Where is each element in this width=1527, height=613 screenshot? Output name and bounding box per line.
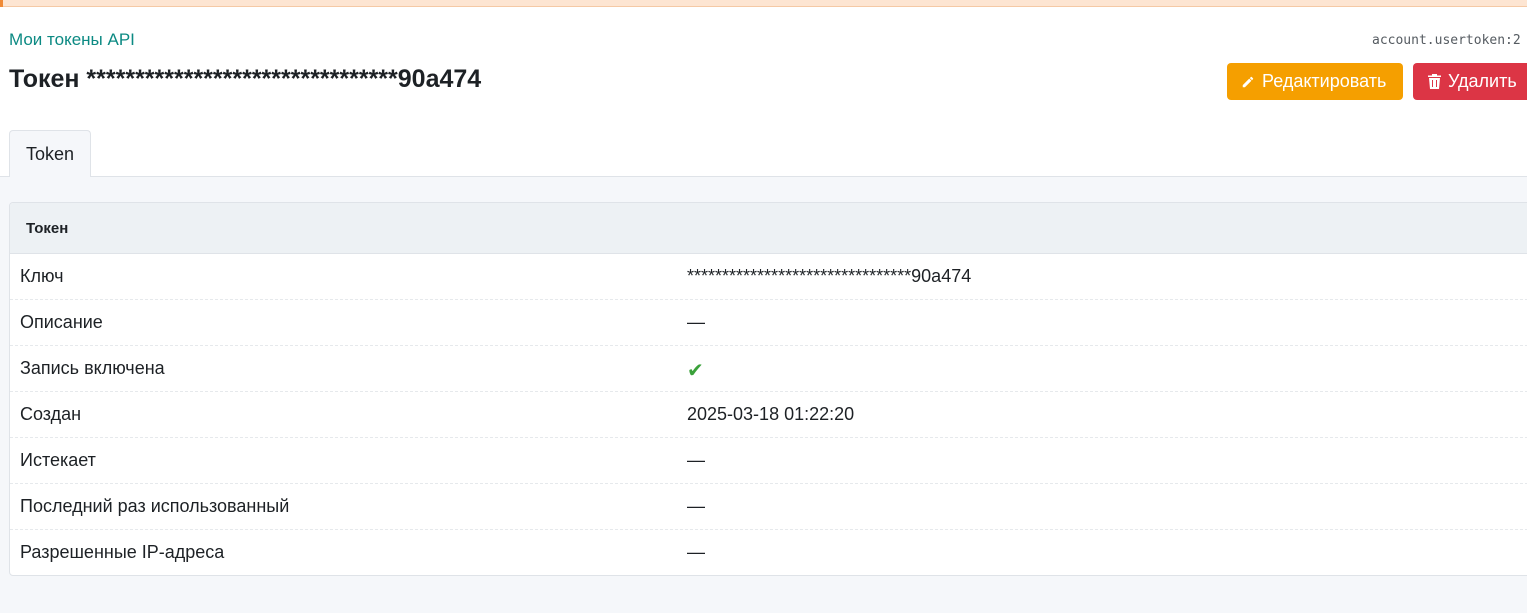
edit-button-label: Редактировать: [1262, 71, 1387, 91]
card-title: Токен: [10, 203, 1527, 254]
row-label: Описание: [20, 312, 103, 332]
row-value: —: [687, 450, 705, 470]
row-label: Последний раз использованный: [20, 496, 290, 516]
row-label: Ключ: [20, 266, 64, 286]
row-label: Создан: [20, 404, 82, 424]
page-header: Мои токены API account.usertoken:2 Токен…: [0, 7, 1527, 177]
row-value: —: [687, 542, 705, 562]
detail-row-enabled: Запись включена ✔: [10, 346, 1527, 392]
row-label: Разрешенные IP-адреса: [20, 542, 225, 562]
check-icon: ✔: [687, 360, 704, 382]
detail-row-expires: Истекает —: [10, 438, 1527, 484]
token-details-card: Токен Ключ *****************************…: [9, 202, 1527, 576]
pencil-icon: [1239, 73, 1257, 91]
page-title: Токен ********************************90…: [9, 65, 482, 93]
tab-token[interactable]: Token: [9, 130, 91, 177]
delete-button[interactable]: Удалить: [1413, 63, 1527, 100]
detail-row-last-used: Последний раз использованный —: [10, 484, 1527, 530]
detail-row-allowed-ips: Разрешенные IP-адреса —: [10, 530, 1527, 575]
row-value: —: [687, 496, 705, 516]
alert-strip: [0, 0, 1527, 7]
object-id: account.usertoken:2: [1372, 33, 1521, 48]
breadcrumb-link[interactable]: Мои токены API: [9, 30, 135, 50]
trash-icon: [1425, 73, 1443, 91]
edit-button[interactable]: Редактировать: [1227, 63, 1403, 100]
detail-row-created: Создан 2025-03-18 01:22:20: [10, 392, 1527, 438]
row-label: Истекает: [20, 450, 96, 470]
delete-button-label: Удалить: [1448, 71, 1517, 91]
row-label: Запись включена: [20, 358, 165, 378]
detail-row-description: Описание —: [10, 300, 1527, 346]
row-value: ********************************90a474: [687, 266, 972, 286]
detail-row-key: Ключ ********************************90a…: [10, 254, 1527, 300]
row-value: 2025-03-18 01:22:20: [687, 404, 855, 424]
row-value: —: [687, 312, 705, 332]
